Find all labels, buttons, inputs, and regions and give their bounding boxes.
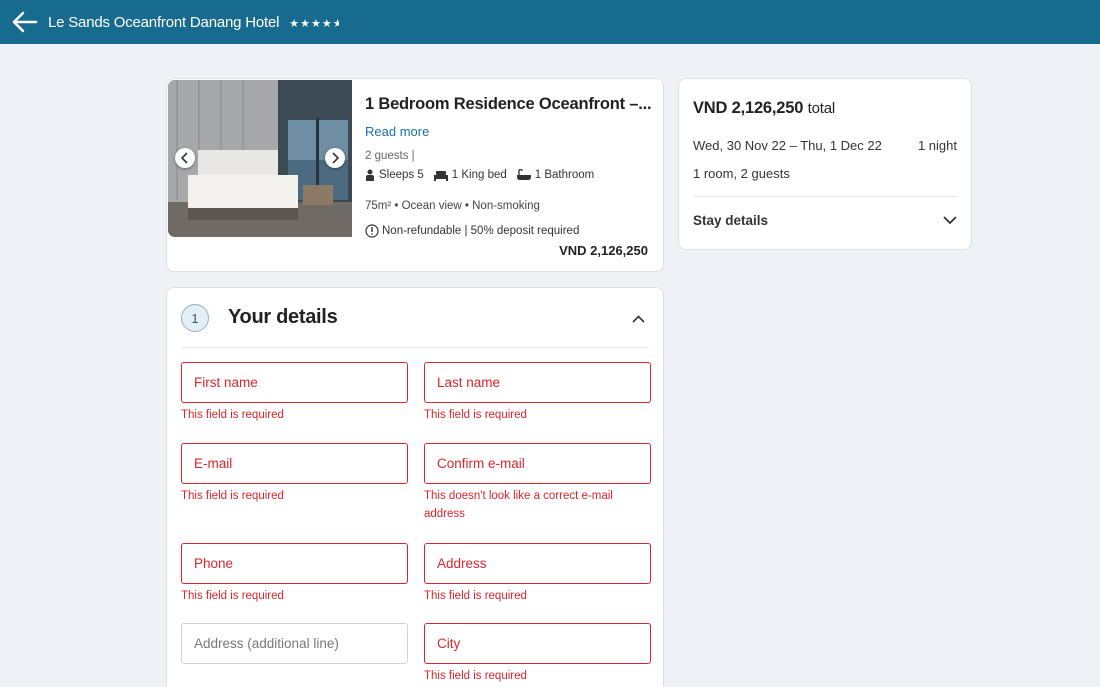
email-field: This field is required	[181, 443, 408, 505]
rooms-guests: 1 room, 2 guests	[693, 166, 790, 181]
address2-field	[181, 623, 408, 664]
summary-divider	[693, 196, 957, 197]
phone-input[interactable]	[181, 543, 408, 584]
chevron-left-icon	[180, 152, 188, 164]
chevron-right-icon	[332, 152, 340, 164]
city-error: This field is required	[424, 670, 527, 682]
full-stars: ★★★★	[289, 17, 333, 30]
booking-summary-card: VND 2,126,250 total Wed, 30 Nov 22 – Thu…	[678, 78, 972, 250]
sleeps-info: Sleeps 5	[365, 169, 424, 181]
total-suffix: total	[807, 100, 836, 117]
person-icon	[366, 169, 374, 181]
bathroom-info: 1 Bathroom	[516, 169, 595, 181]
total-amount: VND 2,126,250	[693, 99, 804, 117]
last-name-error: This field is required	[424, 409, 527, 421]
carousel-prev-button[interactable]	[175, 148, 195, 168]
collapse-button[interactable]	[627, 308, 649, 330]
your-details-card: 1 Your details This field is required Th…	[166, 287, 664, 687]
stay-details-toggle[interactable]: Stay details	[693, 207, 957, 233]
email-error: This field is required	[181, 490, 284, 502]
room-price: VND 2,126,250	[559, 243, 648, 258]
phone-field: This field is required	[181, 543, 408, 605]
stay-nights: 1 night	[917, 138, 957, 153]
room-policy: Non-refundable | 50% deposit required	[365, 224, 579, 238]
star-rating: ★★★★★	[289, 17, 338, 30]
summary-total: VND 2,126,250 total	[693, 99, 835, 118]
policy-label: Non-refundable | 50% deposit required	[382, 225, 580, 237]
phone-error: This field is required	[181, 590, 284, 602]
top-bar: Le Sands Oceanfront Danang Hotel ★★★★★	[0, 0, 1100, 44]
room-amenities: Sleeps 5 1 King bed 1 Bathroom	[365, 169, 604, 181]
confirm-email-error: This doesn't look like a correct e-mail …	[424, 490, 613, 520]
city-field: This field is required	[424, 623, 651, 685]
half-star-icon: ★	[332, 17, 339, 30]
hotel-name: Le Sands Oceanfront Danang Hotel	[48, 13, 280, 31]
stay-details-label: Stay details	[693, 212, 769, 228]
city-input[interactable]	[424, 623, 651, 664]
last-name-input[interactable]	[424, 362, 651, 403]
bathtub-icon	[516, 169, 531, 180]
address-error: This field is required	[424, 590, 527, 602]
back-button[interactable]	[10, 7, 40, 37]
confirm-email-field: This doesn't look like a correct e-mail …	[424, 443, 651, 523]
arrow-left-icon	[12, 11, 38, 33]
room-card: 1 Bedroom Residence Oceanfront –... Read…	[166, 78, 664, 272]
details-divider	[181, 347, 649, 348]
bed-label: 1 King bed	[451, 169, 507, 181]
info-circle-icon	[365, 224, 379, 238]
carousel-next-button[interactable]	[325, 148, 345, 168]
chevron-down-icon	[943, 215, 957, 224]
address2-input[interactable]	[181, 623, 408, 664]
first-name-field: This field is required	[181, 362, 408, 424]
step-number: 1	[181, 304, 209, 332]
bed-icon	[433, 170, 448, 181]
last-name-field: This field is required	[424, 362, 651, 424]
first-name-input[interactable]	[181, 362, 408, 403]
bathroom-label: 1 Bathroom	[534, 169, 595, 181]
room-guests: 2 guests |	[365, 150, 415, 162]
sleeps-label: Sleeps 5	[379, 169, 424, 181]
email-input[interactable]	[181, 443, 408, 484]
room-photo	[168, 80, 352, 237]
chevron-up-icon	[631, 315, 645, 323]
bed-info: 1 King bed	[433, 169, 507, 181]
read-more-link[interactable]: Read more	[365, 124, 429, 139]
stay-dates: Wed, 30 Nov 22 – Thu, 1 Dec 22	[693, 138, 882, 153]
room-name: 1 Bedroom Residence Oceanfront –...	[365, 95, 652, 113]
room-features: 75m² • Ocean view • Non-smoking	[365, 200, 540, 212]
address-input[interactable]	[424, 543, 651, 584]
address-field: This field is required	[424, 543, 651, 605]
first-name-error: This field is required	[181, 409, 284, 421]
confirm-email-input[interactable]	[424, 443, 651, 484]
details-title: Your details	[228, 306, 338, 328]
